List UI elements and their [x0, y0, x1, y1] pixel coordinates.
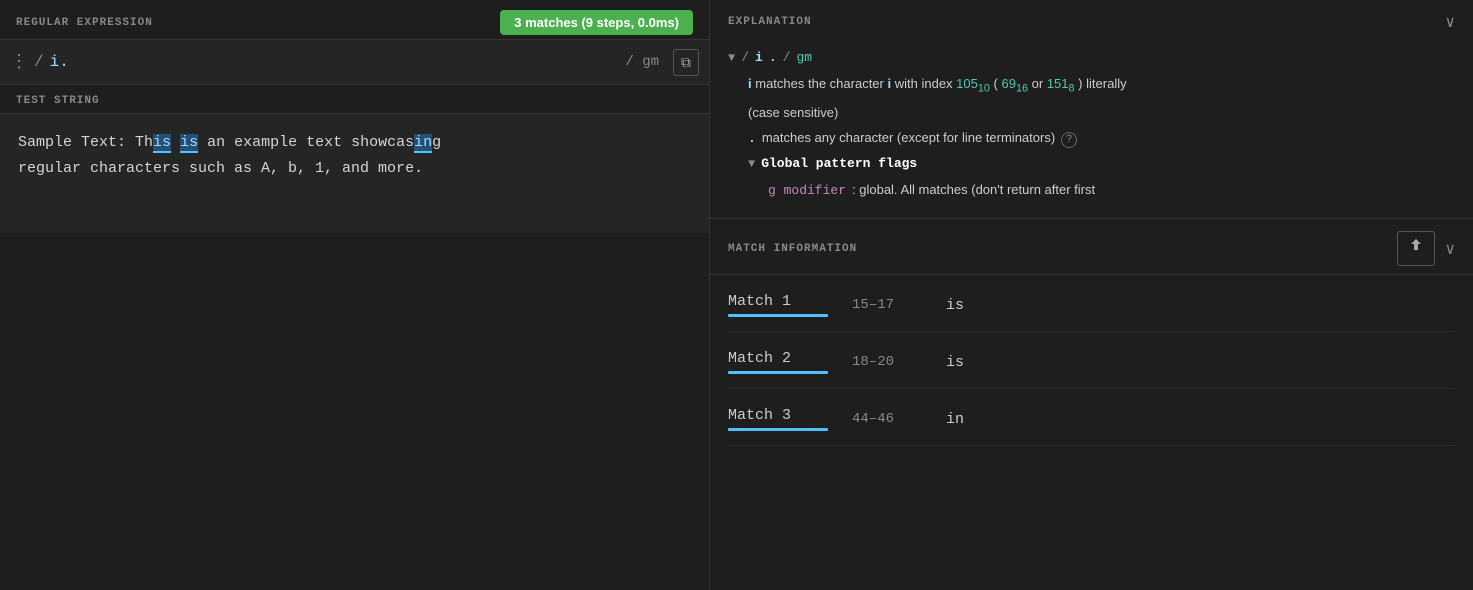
exp-pattern-i: i — [755, 46, 763, 69]
exp-dot-line: . matches any character (except for line… — [728, 126, 1455, 150]
exp-literally: literally — [1086, 76, 1126, 91]
test-line-1: Sample Text: This is an example text sho… — [18, 130, 691, 156]
matches-badge: 3 matches (9 steps, 0.0ms) — [500, 10, 693, 35]
regex-top-bar: REGULAR EXPRESSION 3 matches (9 steps, 0… — [0, 0, 709, 39]
text-end-line1: g — [432, 134, 441, 151]
share-icon — [1408, 238, 1424, 254]
match-info-label: MATCH INFORMATION — [728, 243, 857, 255]
exp-151: 1518 — [1047, 76, 1075, 91]
regex-slash-open: / — [34, 53, 44, 71]
exp-dot-desc: matches any character (except for line t… — [762, 126, 1055, 149]
match-3-text: Match 3 — [728, 407, 791, 424]
exp-i-text: i matches the character i with index 105… — [748, 72, 1127, 99]
share-button[interactable] — [1397, 231, 1435, 266]
explanation-label: EXPLANATION — [728, 16, 812, 28]
match-3-value: in — [946, 411, 964, 428]
exp-i-desc: matches the character — [755, 76, 887, 91]
text-after-match2: an example text showcas — [198, 134, 414, 151]
match-info-chevron[interactable]: ∨ — [1445, 239, 1455, 259]
exp-dot-char: . — [748, 127, 756, 150]
match-info-controls: ∨ — [1397, 231, 1455, 266]
match-2-text: Match 2 — [728, 350, 791, 367]
match-2-underline — [728, 371, 828, 374]
match-highlight-1: is — [153, 134, 171, 153]
match-3-range: 44–46 — [852, 411, 922, 427]
exp-69: 6916 — [1002, 76, 1029, 91]
exp-toggle[interactable]: ▼ — [728, 48, 735, 70]
regex-input-wrapper — [50, 53, 612, 71]
match-1-range: 15–17 — [852, 297, 922, 313]
regex-flags: / gm — [617, 54, 667, 70]
exp-g-text: : global. All matches (don't return afte… — [852, 178, 1095, 201]
match-highlight-3: in — [414, 134, 432, 153]
right-panel: EXPLANATION ∨ ▼ / i. / gm i matches the … — [710, 0, 1473, 590]
exp-i-with-index: with index — [895, 76, 956, 91]
match-1-text: Match 1 — [728, 293, 791, 310]
match-label-3: Match 3 — [728, 407, 828, 431]
exp-slash-close: / — [783, 46, 791, 69]
exp-paren-close: ) — [1078, 76, 1082, 91]
match-rows: Match 1 15–17 is Match 2 18–20 is Match … — [710, 275, 1473, 446]
exp-i-line: i matches the character i with index 105… — [728, 72, 1455, 99]
match-info-section: MATCH INFORMATION ∨ Match 1 15–17 is — [710, 219, 1473, 590]
exp-slash-open: / — [741, 46, 749, 69]
match-2-value: is — [946, 354, 964, 371]
exp-g-modifier-line: g modifier : global. All matches (don't … — [728, 178, 1455, 202]
explanation-chevron[interactable]: ∨ — [1445, 12, 1455, 32]
match-2-range: 18–20 — [852, 354, 922, 370]
copy-button[interactable]: ⧉ — [673, 49, 699, 76]
match-row-2: Match 2 18–20 is — [728, 332, 1455, 389]
explanation-header: EXPLANATION ∨ — [710, 0, 1473, 40]
match-1-value: is — [946, 297, 964, 314]
exp-global-flags-text: Global pattern flags — [761, 152, 917, 175]
exp-or1: or — [1032, 76, 1047, 91]
text-before-match1: Sample Text: Th — [18, 134, 153, 151]
regex-bar: ⋮ / / gm ⧉ — [0, 39, 709, 85]
text-between-matches — [171, 134, 180, 151]
exp-i-char: i — [748, 76, 752, 91]
match-label-1: Match 1 — [728, 293, 828, 317]
options-icon[interactable]: ⋮ — [10, 51, 28, 73]
test-string-label: TEST STRING — [0, 85, 709, 113]
explanation-content: ▼ / i. / gm i matches the character i wi… — [710, 40, 1473, 218]
exp-flags-toggle[interactable]: ▼ — [748, 154, 755, 176]
exp-g-keyword: g modifier — [768, 179, 846, 202]
help-icon[interactable]: ? — [1061, 132, 1077, 148]
exp-paren-open: ( — [994, 76, 998, 91]
exp-i-char2: i — [887, 76, 891, 91]
regex-input[interactable] — [50, 53, 612, 71]
match-info-header: MATCH INFORMATION ∨ — [710, 219, 1473, 275]
test-line-2: regular characters such as A, b, 1, and … — [18, 156, 691, 182]
regex-section-label: REGULAR EXPRESSION — [16, 17, 153, 29]
test-string-area[interactable]: Sample Text: This is an example text sho… — [0, 113, 709, 233]
match-highlight-2: is — [180, 134, 198, 153]
exp-pattern-dot: . — [769, 46, 777, 69]
exp-flags: gm — [796, 46, 812, 69]
match-row-3: Match 3 44–46 in — [728, 389, 1455, 446]
exp-case-text: (case sensitive) — [748, 101, 838, 124]
explanation-section: EXPLANATION ∨ ▼ / i. / gm i matches the … — [710, 0, 1473, 219]
match-3-underline — [728, 428, 828, 431]
exp-global-flags-line: ▼ Global pattern flags — [728, 152, 1455, 176]
test-string-section: TEST STRING Sample Text: This is an exam… — [0, 85, 709, 590]
exp-case-line: (case sensitive) — [728, 101, 1455, 124]
left-panel: REGULAR EXPRESSION 3 matches (9 steps, 0… — [0, 0, 710, 590]
match-row-1: Match 1 15–17 is — [728, 275, 1455, 332]
exp-105: 10510 — [956, 76, 990, 91]
match-label-2: Match 2 — [728, 350, 828, 374]
exp-pattern-line: ▼ / i. / gm — [728, 46, 1455, 70]
match-1-underline — [728, 314, 828, 317]
